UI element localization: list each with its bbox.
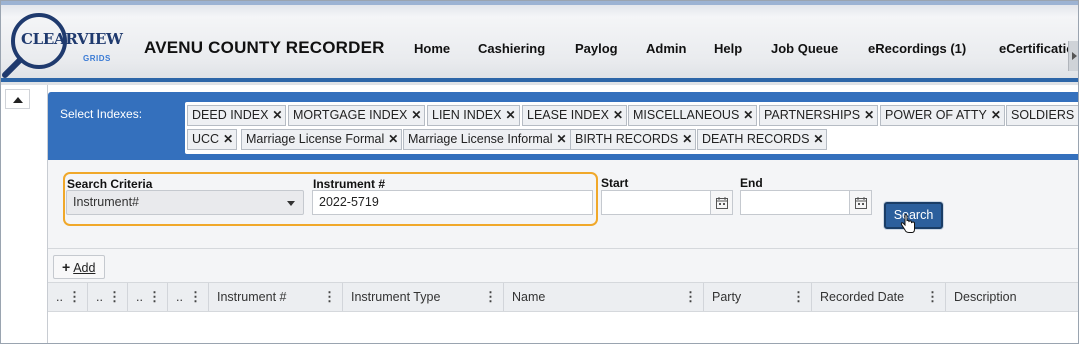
remove-icon[interactable]: ✕ bbox=[272, 106, 282, 125]
remove-icon[interactable]: ✕ bbox=[388, 130, 398, 149]
column-menu-icon[interactable]: ⋮ bbox=[484, 283, 497, 311]
app-window: CLEARVIEW GRIDS AVENU COUNTY RECORDER Ho… bbox=[0, 0, 1079, 344]
nav-admin[interactable]: Admin bbox=[646, 41, 686, 56]
start-label: Start bbox=[601, 176, 629, 190]
search-criteria-select[interactable]: Instrument# bbox=[66, 190, 304, 215]
column-menu-icon[interactable]: ⋮ bbox=[926, 283, 939, 311]
results-grid-header: .. ⋮ .. ⋮ .. ⋮ .. ⋮ Instrument # ⋮ Instrument… bbox=[48, 282, 1078, 312]
remove-icon[interactable]: ✕ bbox=[223, 130, 233, 149]
remove-icon[interactable]: ✕ bbox=[864, 106, 874, 125]
index-selector-panel: Select Indexes: DEED INDEX ✕ MORTGAGE IND… bbox=[48, 92, 1078, 160]
dropdown-caret-icon bbox=[287, 201, 295, 206]
index-chip[interactable]: DEATH RECORDS ✕ bbox=[697, 129, 828, 150]
grid-column-description[interactable]: Description bbox=[946, 283, 1078, 311]
instrument-label: Instrument # bbox=[313, 177, 386, 191]
top-header: CLEARVIEW GRIDS AVENU COUNTY RECORDER Ho… bbox=[1, 1, 1078, 85]
index-chip[interactable]: PARTNERSHIPS ✕ bbox=[759, 105, 879, 126]
grid-toolbar: + Add bbox=[48, 249, 1078, 282]
nav-erecordings[interactable]: eRecordings (1) bbox=[868, 41, 966, 56]
column-menu-icon[interactable]: ⋮ bbox=[323, 283, 336, 311]
hand-cursor-icon bbox=[900, 214, 915, 233]
left-rail bbox=[1, 85, 48, 343]
column-menu-icon[interactable]: ⋮ bbox=[108, 283, 121, 311]
nav-help[interactable]: Help bbox=[714, 41, 742, 56]
grid-column-recorded-date[interactable]: Recorded Date ⋮ bbox=[812, 283, 946, 311]
grid-column-name[interactable]: Name ⋮ bbox=[504, 283, 704, 311]
column-menu-icon[interactable]: ⋮ bbox=[792, 283, 805, 311]
index-chip[interactable]: SOLDIERS✕ bbox=[1006, 105, 1078, 126]
calendar-icon bbox=[716, 197, 728, 209]
grid-column-instrument-type[interactable]: Instrument Type ⋮ bbox=[343, 283, 504, 311]
end-label: End bbox=[740, 176, 763, 190]
index-chip[interactable]: Marriage License Formal ✕ bbox=[241, 129, 403, 150]
index-chip-box[interactable]: DEED INDEX ✕ MORTGAGE INDEX ✕ LIEN INDEX ✕ … bbox=[185, 102, 1078, 154]
start-date-input[interactable] bbox=[601, 190, 711, 215]
grid-column-party[interactable]: Party ⋮ bbox=[704, 283, 812, 311]
collapse-button[interactable] bbox=[5, 89, 30, 109]
header-bottom-rule bbox=[1, 78, 1078, 82]
grid-column-header[interactable]: .. ⋮ bbox=[168, 283, 209, 311]
nav-home[interactable]: Home bbox=[414, 41, 450, 56]
logo-text: CLEARVIEW bbox=[21, 30, 123, 48]
header-top-strip bbox=[1, 1, 1078, 5]
nav-ecertification[interactable]: eCertification bbox=[999, 41, 1078, 56]
index-chip[interactable]: Marriage License Informal ✕ bbox=[403, 129, 571, 150]
grid-column-header[interactable]: .. ⋮ bbox=[48, 283, 88, 311]
remove-icon[interactable]: ✕ bbox=[613, 106, 623, 125]
grid-column-header[interactable]: .. ⋮ bbox=[88, 283, 128, 311]
app-title: AVENU COUNTY RECORDER bbox=[144, 38, 385, 57]
grid-column-instrument-number[interactable]: Instrument # ⋮ bbox=[209, 283, 343, 311]
plus-icon: + bbox=[62, 259, 71, 275]
index-chip[interactable]: UCC ✕ bbox=[187, 129, 238, 150]
chevron-up-icon bbox=[12, 97, 23, 103]
add-button[interactable]: + Add bbox=[53, 255, 105, 279]
search-panel: Select Indexes: DEED INDEX ✕ MORTGAGE IND… bbox=[48, 92, 1078, 343]
index-chip[interactable]: DEED INDEX ✕ bbox=[187, 105, 287, 126]
select-indexes-label: Select Indexes: bbox=[60, 107, 143, 121]
nav-scroll-right-button[interactable] bbox=[1068, 41, 1078, 71]
index-chip[interactable]: MISCELLANEOUS ✕ bbox=[628, 105, 758, 126]
calendar-icon bbox=[855, 197, 867, 209]
index-chip[interactable]: BIRTH RECORDS ✕ bbox=[570, 129, 697, 150]
remove-icon[interactable]: ✕ bbox=[505, 106, 515, 125]
remove-icon[interactable]: ✕ bbox=[411, 106, 421, 125]
remove-icon[interactable]: ✕ bbox=[743, 106, 753, 125]
remove-icon[interactable]: ✕ bbox=[813, 130, 823, 149]
nav-paylog[interactable]: Paylog bbox=[575, 41, 618, 56]
index-chip[interactable]: LIEN INDEX ✕ bbox=[427, 105, 520, 126]
remove-icon[interactable]: ✕ bbox=[991, 106, 1001, 125]
nav-job-queue[interactable]: Job Queue bbox=[771, 41, 838, 56]
column-menu-icon[interactable]: ⋮ bbox=[148, 283, 161, 311]
end-calendar-button[interactable] bbox=[849, 190, 872, 215]
instrument-input[interactable]: 2022-5719 bbox=[312, 190, 593, 215]
column-menu-icon[interactable]: ⋮ bbox=[189, 283, 202, 311]
index-chip[interactable]: LEASE INDEX ✕ bbox=[522, 105, 628, 126]
start-calendar-button[interactable] bbox=[710, 190, 733, 215]
clearview-logo[interactable]: CLEARVIEW GRIDS bbox=[1, 11, 123, 79]
end-date-input[interactable] bbox=[740, 190, 850, 215]
remove-icon[interactable]: ✕ bbox=[557, 130, 567, 149]
logo-subtext: GRIDS bbox=[83, 54, 111, 63]
results-grid-body bbox=[48, 312, 1078, 343]
remove-icon[interactable]: ✕ bbox=[682, 130, 692, 149]
column-menu-icon[interactable]: ⋮ bbox=[68, 283, 81, 311]
index-chip[interactable]: MORTGAGE INDEX ✕ bbox=[288, 105, 426, 126]
grid-column-header[interactable]: .. ⋮ bbox=[128, 283, 168, 311]
index-chip[interactable]: POWER OF ATTY ✕ bbox=[880, 105, 1005, 126]
search-criteria-row: Search Criteria Instrument# Instrument #… bbox=[48, 160, 1078, 249]
search-criteria-label: Search Criteria bbox=[67, 177, 153, 191]
nav-cashiering[interactable]: Cashiering bbox=[478, 41, 545, 56]
column-menu-icon[interactable]: ⋮ bbox=[684, 283, 697, 311]
